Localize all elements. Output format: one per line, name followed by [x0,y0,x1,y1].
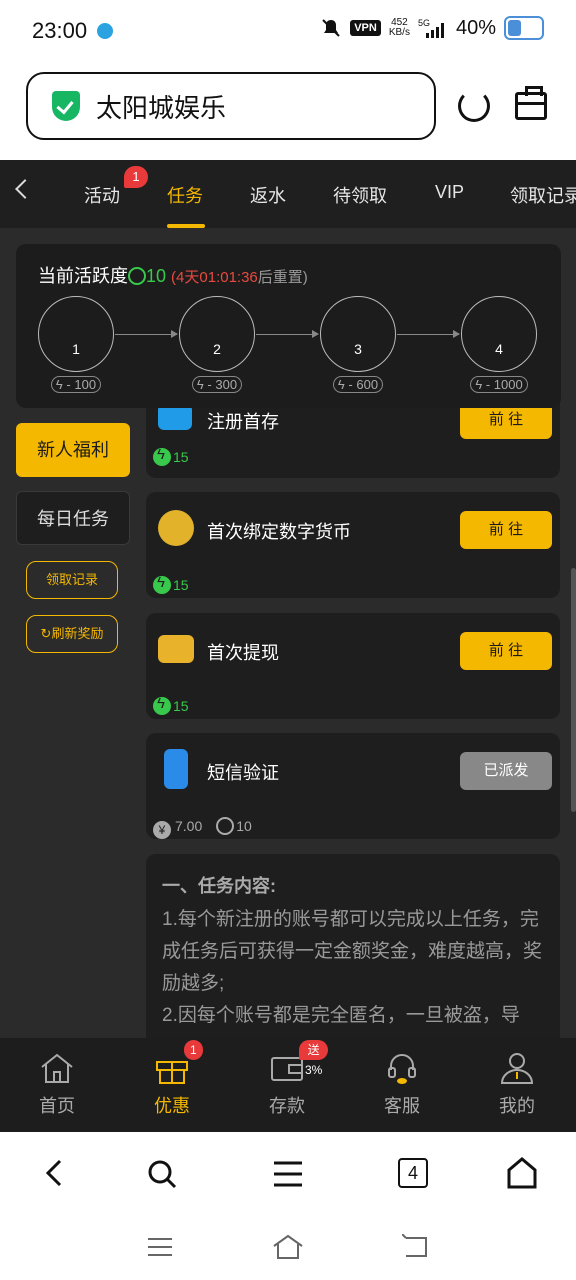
status-bar: 23:00 VPN 452 KB/s 5G 40% [0,0,576,62]
url-field[interactable]: 太阳城娱乐 [26,72,436,140]
headset-icon [388,1054,416,1084]
system-home-icon[interactable] [272,1234,304,1260]
vpn-badge: VPN [350,20,381,36]
refresh-icon: ↻ [40,626,52,641]
claim-records-button[interactable]: 领取记录 [26,561,118,599]
tab-vip[interactable]: VIP [435,182,464,203]
home-icon[interactable] [506,1156,538,1190]
user-icon [500,1053,534,1084]
task-reward: 15 [153,695,189,715]
home-icon [41,1053,73,1083]
task-title: 短信验证 [207,763,279,783]
rules-line-1: 1.每个新注册的账号都可以完成以上任务，完成任务后可获得一定金额奖金，难度越高，… [162,909,543,994]
battery-percent: 40% [455,16,496,39]
search-icon[interactable] [146,1158,178,1190]
bank-card-icon [158,635,194,663]
rules-line-2: 2.因每个账号都是完全匿名，一旦被盗，导 [162,1005,520,1026]
back-icon[interactable] [42,1158,66,1188]
task-go-button[interactable]: 前 往 [460,511,552,549]
task-title: 首次提现 [207,643,279,663]
status-right: VPN 452 KB/s 5G 40% [320,16,544,40]
task-reward: 15 [153,574,189,594]
milestone-cost-2: ϟ - 300 [177,376,257,393]
menu-icon[interactable] [272,1160,304,1188]
browser-address-bar: 太阳城娱乐 [0,62,576,160]
tab-active-indicator [167,224,205,228]
top-tabs: 活动 1 任务 返水 待领取 VIP 领取记录 [0,160,576,228]
phone-shield-icon [164,749,188,789]
tab-claim-records[interactable]: 领取记录 [510,182,576,208]
signal-icon: 5G [418,18,444,38]
task-title: 注册首存 [207,412,279,432]
promo-badge: 1 [184,1040,203,1060]
nav-profile[interactable]: 我的 [477,1038,557,1132]
menu-newbie-benefits[interactable]: 新人福利 [16,423,130,477]
mute-bell-icon [322,19,340,37]
milestone-cost-4: ϟ - 1000 [459,376,539,393]
milestone-node-4[interactable]: 4 [461,296,537,372]
bolt-icon [153,574,171,594]
telegram-icon [97,23,113,39]
rules-heading: 一、任务内容: [162,876,276,896]
nav-promotions[interactable]: 优惠 1 [132,1038,212,1132]
app-bottom-nav: 首页 优惠 1 存款 送3% 客服 我的 [0,1038,576,1132]
browser-toolbar: 4 [0,1132,576,1216]
status-time: 23:00 [32,18,88,43]
url-text: 太阳城娱乐 [96,92,227,123]
nav-deposit[interactable]: 存款 送3% [247,1038,329,1132]
scrollbar[interactable] [571,568,576,812]
task-dispatched-button[interactable]: 已派发 [460,752,552,790]
task-card-first-withdrawal: 首次提现 前 往 15 [146,613,560,719]
reset-timer: 4天01:01:36 [176,269,258,286]
activity-panel: 当前活跃度 10 (4天01:01:36后重置) 1 2 3 4 ϟ - 100 … [16,244,561,408]
back-arrow-icon[interactable] [15,179,35,199]
recent-apps-icon[interactable] [147,1236,173,1258]
tab-count-button[interactable]: 4 [398,1158,428,1188]
tab-rebate[interactable]: 返水 [250,182,286,208]
task-go-button[interactable]: 前 往 [460,632,552,670]
tab-activity[interactable]: 活动 [84,182,120,208]
milestone-arrow [256,330,319,338]
tab-pending[interactable]: 待领取 [333,182,387,208]
deposit-bonus-badge: 送3% [299,1040,329,1077]
refresh-rewards-button[interactable]: ↻刷新奖励 [26,615,118,653]
gift-icon [156,1061,188,1084]
tab-activity-badge: 1 [124,166,148,188]
reset-info: (4天01:01:36后重置) [171,269,308,286]
milestone-node-3[interactable]: 3 [320,296,396,372]
activity-title: 当前活跃度 10 (4天01:01:36后重置) [38,266,308,286]
yen-icon: ¥ [153,821,171,839]
nav-support[interactable]: 客服 [362,1038,442,1132]
network-speed: 452 KB/s [388,17,410,38]
milestone-arrow [115,330,178,338]
milestone-node-1[interactable]: 1 [38,296,114,372]
bitcoin-icon [158,510,194,546]
task-card-sms-verify: 短信验证 已派发 ¥7.00 10 [146,733,560,839]
task-card-bind-crypto: 首次绑定数字货币 前 往 15 [146,492,560,598]
task-title: 首次绑定数字货币 [207,522,351,542]
milestone-node-2[interactable]: 2 [179,296,255,372]
toolbox-icon[interactable] [515,86,547,120]
task-reward: 15 [153,446,189,466]
system-nav-bar [0,1216,576,1280]
bolt-icon [153,446,171,466]
bolt-icon [128,267,146,285]
milestone-cost-3: ϟ - 600 [318,376,398,393]
battery-icon [504,16,544,40]
menu-daily-tasks[interactable]: 每日任务 [16,491,130,545]
bolt-icon [153,695,171,715]
reload-icon[interactable] [458,90,490,122]
milestone-cost-1: ϟ - 100 [36,376,116,393]
milestone-arrow [397,330,460,338]
system-back-icon[interactable] [402,1234,430,1260]
activity-value: 10 [128,266,166,286]
app-content: 活动 1 任务 返水 待领取 VIP 领取记录 当前活跃度 10 (4天01:01… [0,160,576,1132]
bolt-icon [216,817,235,835]
task-reward: ¥7.00 10 [153,817,252,839]
secure-shield-icon [52,91,80,121]
svg-text:5G: 5G [418,18,430,28]
tab-tasks[interactable]: 任务 [167,182,203,208]
nav-home[interactable]: 首页 [17,1038,97,1132]
